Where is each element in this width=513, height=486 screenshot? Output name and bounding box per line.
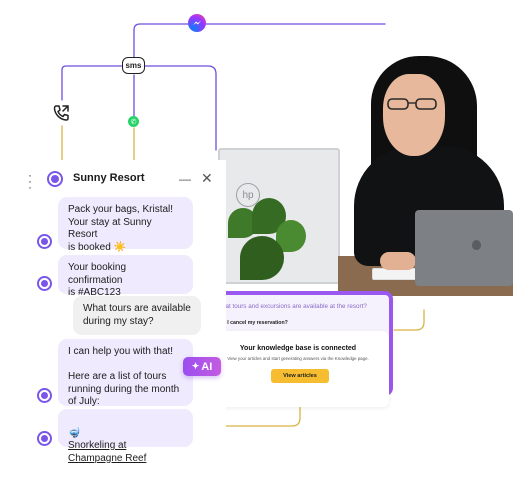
kb-question-2: Can I cancel my reservation? xyxy=(216,320,288,326)
sms-icon: sms xyxy=(122,57,145,74)
sms-label: sms xyxy=(125,61,142,70)
plant-leaf xyxy=(240,236,284,280)
bot-message: Your booking confirmation is #ABC123 xyxy=(58,255,193,298)
person-hand xyxy=(380,252,416,270)
bot-avatar xyxy=(37,431,52,446)
bot-message: I can help you with that! Here are a lis… xyxy=(58,339,193,407)
bot-message: Pack your bags, Kristal! Your stay at Su… xyxy=(58,197,193,253)
kb-question-1: What tours and excursions are available … xyxy=(216,303,367,310)
kb-title: Your knowledge base is connected xyxy=(239,345,357,352)
bot-avatar xyxy=(37,276,52,291)
ai-badge: ✦ AI xyxy=(183,357,221,376)
menu-icon[interactable]: · · · xyxy=(28,169,32,193)
bot-avatar xyxy=(37,234,52,249)
phone-icon xyxy=(50,102,72,124)
person-face xyxy=(383,74,445,156)
ai-badge-label: AI xyxy=(201,360,213,373)
diving-mask-icon: 🤿 xyxy=(68,427,81,439)
brand-avatar xyxy=(47,171,63,187)
minimize-icon[interactable]: — xyxy=(179,172,191,186)
whatsapp-icon: ✆ xyxy=(128,116,139,127)
messenger-icon xyxy=(188,14,206,32)
chat-brand-name: Sunny Resort xyxy=(73,172,145,184)
view-articles-button[interactable]: View articles xyxy=(271,369,329,383)
tour-link[interactable]: Snorkeling at Champagne Reef xyxy=(68,440,146,464)
laptop-image xyxy=(415,210,513,286)
close-icon[interactable]: ✕ xyxy=(201,170,213,187)
apple-logo-icon xyxy=(472,240,481,250)
bot-message-tour-link[interactable]: 🤿 Snorkeling at Champagne Reef xyxy=(58,409,193,464)
bot-avatar xyxy=(37,388,52,403)
user-message: What tours are available during my stay? xyxy=(73,296,201,335)
kb-subtitle: View your articles and start generating … xyxy=(227,356,369,361)
sparkle-icon: ✦ xyxy=(191,361,200,371)
glasses-icon xyxy=(387,98,437,110)
